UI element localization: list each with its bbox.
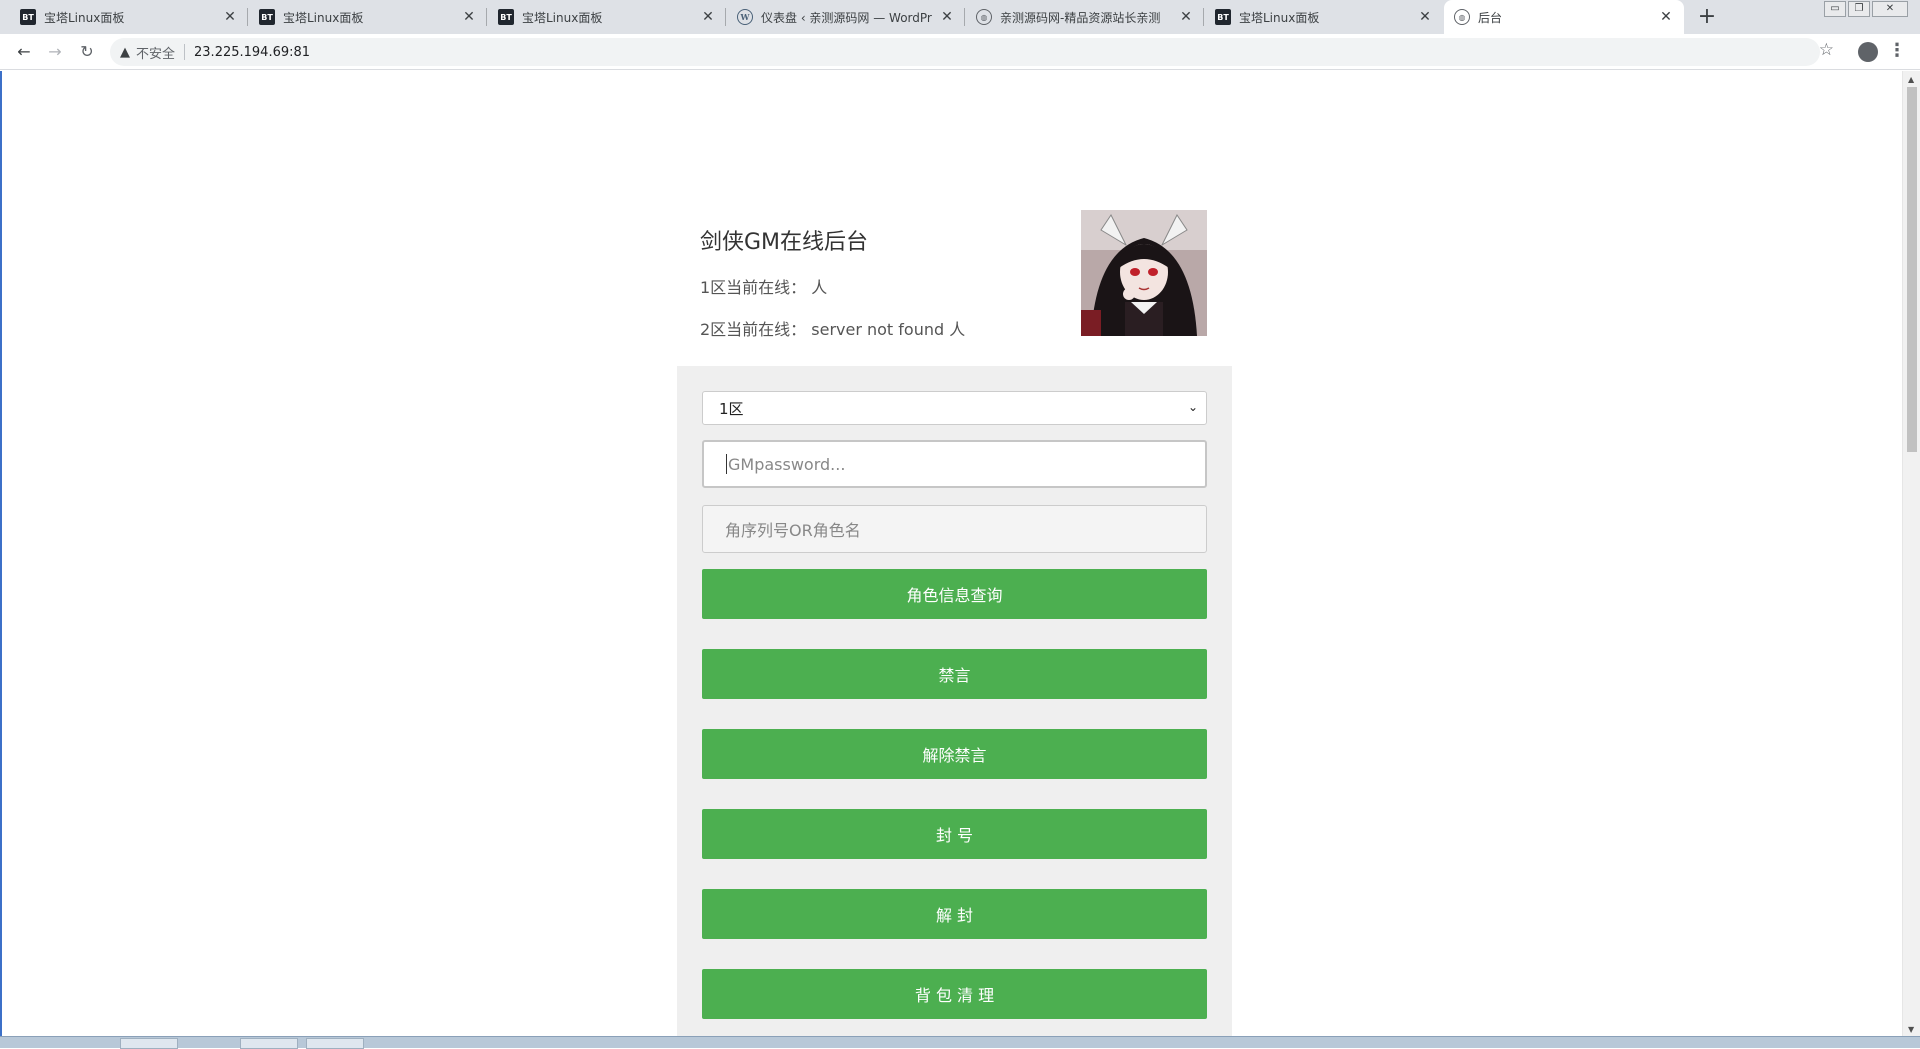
mute-button[interactable]: 禁言 [702,649,1207,699]
url-text[interactable]: 23.225.194.69:81 [194,45,310,60]
window-close-icon[interactable]: ✕ [1872,1,1908,17]
zone1-online-count: 1区当前在线： 人 [700,278,828,297]
tab-title: 宝塔Linux面板 [283,10,364,25]
text-cursor [726,454,727,474]
close-icon[interactable]: ✕ [700,9,716,25]
close-icon[interactable]: ✕ [939,9,955,25]
divider [184,44,186,60]
bt-icon: BT [20,9,36,25]
taskbar-item[interactable] [240,1038,298,1049]
role-search-field[interactable]: 角序列号OR角色名 [702,505,1207,553]
browser-tab[interactable]: BT 宝塔Linux面板 ✕ [1205,0,1443,34]
tab-separator [725,8,726,26]
forward-icon[interactable]: → [43,40,67,64]
browser-tab[interactable]: BT 宝塔Linux面板 ✕ [488,0,726,34]
vertical-scrollbar[interactable]: ▲ ▼ [1902,71,1920,1036]
zone-select[interactable]: 1区 ⌄ [702,391,1207,425]
tab-separator [247,8,248,26]
security-label[interactable]: 不安全 [136,43,175,62]
taskbar-item[interactable] [306,1038,364,1049]
close-icon[interactable]: ✕ [1178,9,1194,25]
wordpress-icon: W [737,9,753,25]
page-title: 剑侠GM在线后台 [700,230,869,255]
scrollbar-thumb[interactable] [1907,87,1917,452]
anime-avatar-icon [1081,210,1207,336]
tab-title: 后台 [1478,10,1503,25]
close-icon[interactable]: ✕ [461,9,477,25]
tab-title: 仪表盘 ‹ 亲测源码网 — WordPr [761,10,932,25]
os-taskbar [0,1036,1920,1049]
reload-icon[interactable]: ↻ [75,40,99,64]
chevron-down-icon: ⌄ [1187,400,1198,414]
browser-tab-active[interactable]: ◍ 后台 ✕ [1444,0,1684,34]
globe-icon: ◍ [976,9,992,25]
browser-tab[interactable]: BT 宝塔Linux面板 ✕ [249,0,487,34]
globe-icon: ◍ [1454,9,1470,25]
gm-password-field[interactable]: GMpassword... [702,440,1207,488]
browser-tab[interactable]: BT 宝塔Linux面板 ✕ [10,0,248,34]
new-tab-button[interactable]: + [1693,3,1721,31]
role-search-placeholder: 角序列号OR角色名 [725,521,861,540]
profile-avatar-icon[interactable] [1858,42,1878,62]
restore-icon[interactable]: ❐ [1848,1,1870,17]
more-menu-icon[interactable]: ⋮ [1888,40,1906,61]
browser-tab[interactable]: ◍ 亲测源码网-精品资源站长亲测 ✕ [966,0,1204,34]
tab-title: 宝塔Linux面板 [522,10,603,25]
minimize-icon[interactable]: ▭ [1824,1,1846,17]
browser-tab[interactable]: W 仪表盘 ‹ 亲测源码网 — WordPr ✕ [727,0,965,34]
tab-separator [486,8,487,26]
ban-account-button[interactable]: 封 号 [702,809,1207,859]
warning-icon[interactable]: ▲ [120,45,130,60]
gm-password-placeholder: GMpassword... [728,454,846,474]
back-icon[interactable]: ← [12,40,36,64]
bookmark-star-icon[interactable]: ☆ [1819,40,1834,60]
scroll-down-icon[interactable]: ▼ [1908,1025,1914,1034]
clear-bag-button[interactable]: 背 包 清 理 [702,969,1207,1019]
browser-toolbar: ← → ↻ ▲ 不安全 23.225.194.69:81 ☆ ⋮ [0,34,1920,70]
bt-icon: BT [1215,9,1231,25]
bt-icon: BT [498,9,514,25]
gm-form-panel: 1区 ⌄ GMpassword... 角序列号OR角色名 角色信息查询 禁言 解… [677,366,1232,1036]
zone-select-value: 1区 [719,399,744,418]
unban-button[interactable]: 解 封 [702,889,1207,939]
tab-title: 宝塔Linux面板 [44,10,125,25]
tab-strip: BT 宝塔Linux面板 ✕ BT 宝塔Linux面板 ✕ BT 宝塔Linux… [0,0,1920,34]
tab-separator [964,8,965,26]
close-icon[interactable]: ✕ [1658,9,1674,25]
unmute-button[interactable]: 解除禁言 [702,729,1207,779]
tab-title: 宝塔Linux面板 [1239,10,1320,25]
tab-title: 亲测源码网-精品资源站长亲测 [1000,10,1161,25]
scroll-up-icon[interactable]: ▲ [1908,75,1914,84]
zone2-online-count: 2区当前在线： server not found 人 [700,320,966,339]
address-bar[interactable]: ▲ 不安全 23.225.194.69:81 [110,38,1820,66]
close-icon[interactable]: ✕ [222,9,238,25]
page-content: 剑侠GM在线后台 1区当前在线： 人 2区当前在线： server not fo… [0,71,1902,1036]
query-role-button[interactable]: 角色信息查询 [702,569,1207,619]
bt-icon: BT [259,9,275,25]
taskbar-item[interactable] [120,1038,178,1049]
tab-separator [1203,8,1204,26]
avatar-image [1081,210,1207,336]
close-icon[interactable]: ✕ [1417,9,1433,25]
page-header: 剑侠GM在线后台 1区当前在线： 人 2区当前在线： server not fo… [700,224,965,340]
